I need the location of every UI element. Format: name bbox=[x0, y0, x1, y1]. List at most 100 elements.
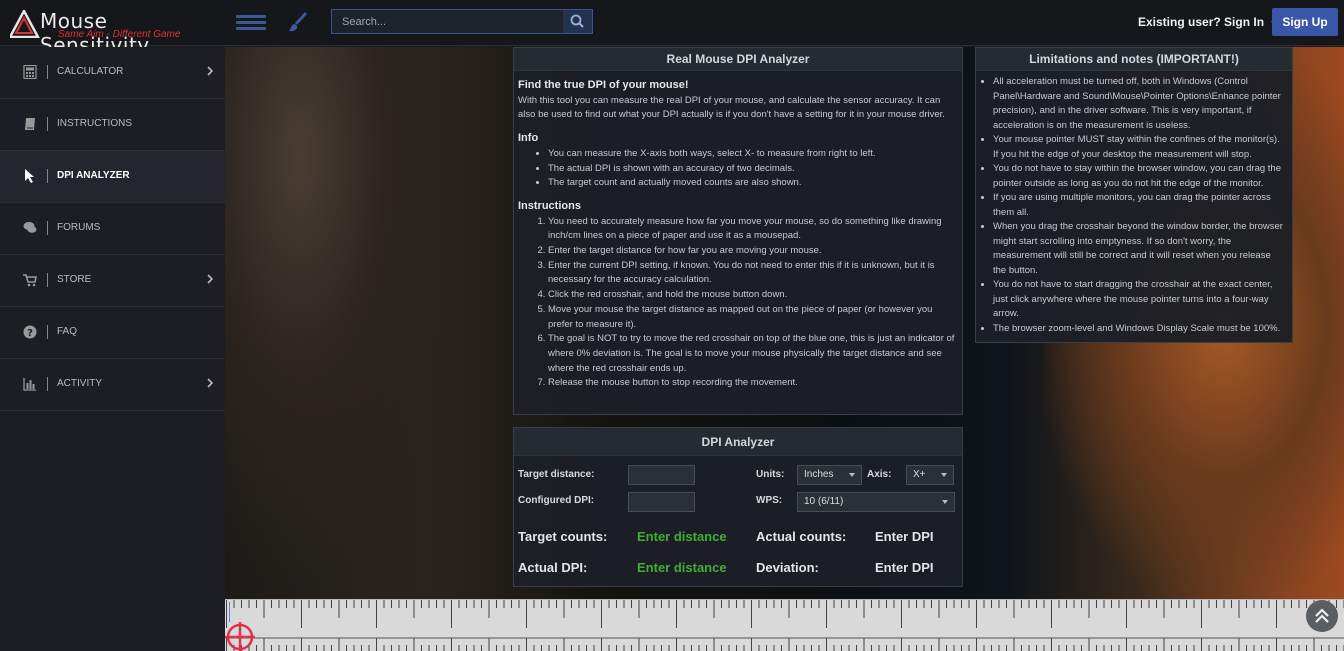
wps-label: WPS: bbox=[756, 495, 783, 506]
target-distance-label: Target distance: bbox=[518, 469, 595, 480]
list-item: Click the red crosshair, and hold the mo… bbox=[548, 288, 957, 303]
sidebar-item-label: DPI ANALYZER bbox=[57, 170, 130, 181]
sidebar-item-label: INSTRUCTIONS bbox=[57, 118, 132, 129]
dropdown-caret-icon bbox=[941, 473, 947, 477]
axis-label: Axis: bbox=[867, 469, 892, 480]
list-item: All acceleration must be turned off, bot… bbox=[993, 75, 1284, 133]
svg-text:?: ? bbox=[27, 328, 33, 339]
sidebar-separator bbox=[47, 169, 48, 183]
top-bar: Mouse Sensitivity Same Aim - Different G… bbox=[0, 0, 1344, 57]
units-value: Inches bbox=[804, 469, 834, 480]
configured-dpi-input[interactable] bbox=[628, 492, 695, 512]
deviation-label: Deviation: bbox=[756, 560, 819, 575]
book-icon bbox=[25, 118, 35, 130]
list-item: You do not have to stay within the brows… bbox=[993, 162, 1284, 191]
list-item: Enter the target distance for how far yo… bbox=[548, 244, 957, 259]
limitations-list: All acceleration must be turned off, bot… bbox=[976, 71, 1292, 336]
sidebar-item-label: FAQ bbox=[57, 326, 78, 337]
target-distance-input[interactable] bbox=[628, 465, 695, 485]
signin-label: Existing user? Sign In bbox=[1138, 15, 1265, 29]
dpi-analyzer-panel: DPI Analyzer Target distance: Configured… bbox=[513, 427, 963, 587]
ruler-ticks bbox=[225, 600, 1344, 651]
sidebar-separator bbox=[47, 221, 48, 235]
list-item: Release the mouse button to stop recordi… bbox=[548, 376, 957, 391]
list-item: Move your mouse the target distance as m… bbox=[548, 303, 957, 332]
list-item: You can measure the X-axis both ways, se… bbox=[548, 147, 957, 162]
scroll-to-top-button[interactable] bbox=[1306, 600, 1338, 632]
cursor-icon bbox=[25, 169, 34, 183]
list-item: The target count and actually moved coun… bbox=[548, 176, 957, 191]
double-chevron-up-icon bbox=[1315, 608, 1329, 623]
sidebar-separator bbox=[47, 273, 48, 287]
calculator-icon bbox=[23, 65, 37, 79]
intro-heading: Find the true DPI of your mouse! bbox=[518, 79, 689, 91]
chevron-right-icon bbox=[207, 66, 214, 76]
actual-counts-value: Enter DPI bbox=[875, 529, 934, 544]
signup-button[interactable]: Sign Up bbox=[1272, 8, 1338, 36]
sidebar-separator bbox=[47, 377, 48, 391]
limitations-panel: Limitations and notes (IMPORTANT!) All a… bbox=[975, 47, 1293, 343]
instructions-heading: Instructions bbox=[518, 199, 581, 212]
actual-dpi-label: Actual DPI: bbox=[518, 560, 588, 575]
sidebar: CALCULATOR INSTRUCTIONS DPI ANALYZER FOR… bbox=[0, 47, 225, 651]
sidebar-item-calculator[interactable]: CALCULATOR bbox=[0, 47, 225, 99]
sidebar-separator bbox=[47, 65, 48, 79]
list-item: When you drag the crosshair beyond the w… bbox=[993, 220, 1284, 278]
search-button[interactable] bbox=[563, 10, 592, 33]
sidebar-separator bbox=[47, 325, 48, 339]
list-item: The browser zoom-level and Windows Displ… bbox=[993, 322, 1284, 337]
list-item: Your mouse pointer MUST stay within the … bbox=[993, 133, 1284, 162]
search-input[interactable] bbox=[332, 10, 564, 33]
configured-dpi-label: Configured DPI: bbox=[518, 495, 595, 506]
dropdown-caret-icon bbox=[942, 500, 948, 504]
blue-crosshair-marker bbox=[229, 602, 235, 622]
sidebar-item-instructions[interactable]: INSTRUCTIONS bbox=[0, 99, 225, 151]
cart-icon bbox=[23, 274, 37, 287]
info-heading: Info bbox=[518, 132, 539, 145]
soldier-artwork-left bbox=[225, 47, 475, 599]
comments-icon bbox=[23, 222, 37, 233]
list-item: If you are using multiple monitors, you … bbox=[993, 191, 1284, 220]
target-counts-value: Enter distance bbox=[637, 529, 727, 544]
bar-chart-icon bbox=[23, 378, 36, 391]
logo-icon bbox=[10, 10, 40, 38]
sidebar-item-store[interactable]: STORE bbox=[0, 255, 225, 307]
list-item: You need to accurately measure how far y… bbox=[548, 215, 957, 244]
sidebar-item-label: STORE bbox=[57, 274, 92, 285]
site-logo[interactable]: Mouse Sensitivity Same Aim - Different G… bbox=[10, 8, 220, 57]
analyzer-content: Find the true DPI of your mouse! With th… bbox=[514, 71, 962, 391]
measurement-ruler[interactable] bbox=[225, 599, 1344, 651]
sidebar-item-label: FORUMS bbox=[57, 222, 101, 233]
list-item: The goal is NOT to try to move the red c… bbox=[548, 332, 957, 376]
wps-select[interactable]: 10 (6/11) bbox=[797, 492, 955, 512]
sidebar-item-label: ACTIVITY bbox=[57, 378, 103, 389]
sidebar-item-dpi-analyzer[interactable]: DPI ANALYZER bbox=[0, 151, 225, 203]
menu-toggle-icon[interactable] bbox=[236, 15, 266, 31]
units-label: Units: bbox=[756, 469, 785, 480]
intro-text: With this tool you can measure the real … bbox=[518, 94, 945, 121]
signin-link[interactable]: Existing user? Sign In bbox=[1138, 15, 1281, 29]
panel-title: DPI Analyzer bbox=[514, 428, 962, 456]
chevron-right-icon bbox=[207, 378, 214, 388]
sidebar-item-forums[interactable]: FORUMS bbox=[0, 203, 225, 255]
red-crosshair-icon[interactable] bbox=[225, 620, 257, 651]
list-item: The actual DPI is shown with an accuracy… bbox=[548, 162, 957, 177]
actual-dpi-value: Enter distance bbox=[637, 560, 727, 575]
sidebar-item-activity[interactable]: ACTIVITY bbox=[0, 359, 225, 411]
units-select[interactable]: Inches bbox=[797, 465, 862, 485]
panel-title: Limitations and notes (IMPORTANT!) bbox=[976, 48, 1292, 71]
deviation-value: Enter DPI bbox=[875, 560, 934, 575]
axis-select[interactable]: X+ bbox=[906, 465, 954, 485]
brush-icon[interactable] bbox=[288, 11, 308, 33]
sidebar-separator bbox=[47, 117, 48, 131]
wps-value: 10 (6/11) bbox=[804, 496, 844, 507]
list-item: Enter the current DPI setting, if known.… bbox=[548, 259, 957, 288]
instructions-list: You need to accurately measure how far y… bbox=[518, 215, 957, 391]
actual-counts-label: Actual counts: bbox=[756, 529, 847, 544]
chevron-right-icon bbox=[207, 274, 214, 284]
sidebar-item-label: CALCULATOR bbox=[57, 66, 124, 77]
sidebar-item-faq[interactable]: ? FAQ bbox=[0, 307, 225, 359]
dropdown-caret-icon bbox=[849, 473, 855, 477]
question-icon: ? bbox=[23, 325, 37, 339]
list-item: You do not have to start dragging the cr… bbox=[993, 278, 1284, 322]
